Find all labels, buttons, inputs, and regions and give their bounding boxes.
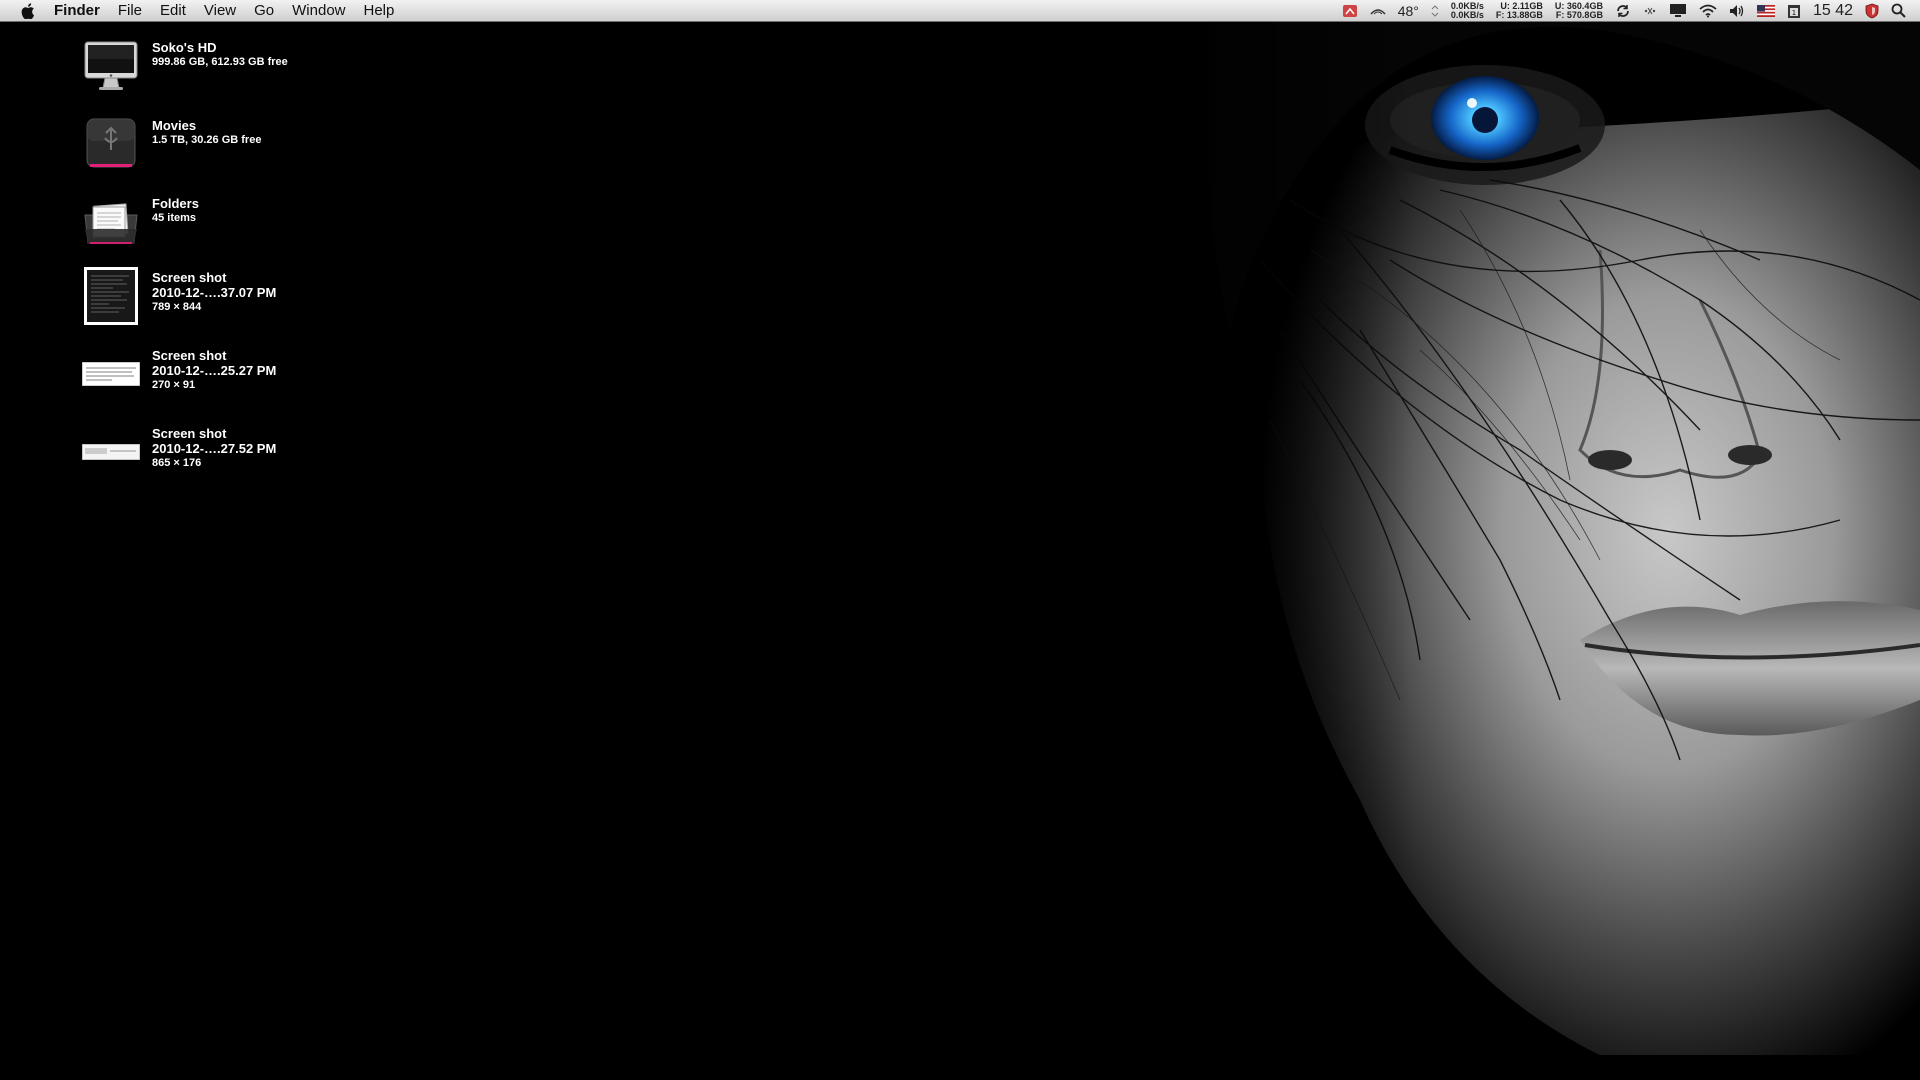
desktop-item-folders[interactable]: Folders 45 items (82, 192, 199, 252)
svg-text:1: 1 (1792, 9, 1796, 17)
desktop-item-movies[interactable]: Movies 1.5 TB, 30.26 GB free (82, 114, 261, 174)
desktop-item-screenshot-2[interactable]: Screen shot 2010-12-….25.27 PM 270 × 91 (82, 344, 276, 404)
desktop-item-info: 45 items (152, 212, 197, 224)
desktop-item-name: Soko's HD (152, 40, 217, 55)
temperature-readout[interactable]: 48° (1398, 3, 1419, 19)
folder-stack-icon (82, 192, 140, 252)
net-down-text: 0.0KB/s (1450, 9, 1484, 20)
bluetooth-icon[interactable] (1643, 4, 1657, 18)
desktop-item-dimensions: 270 × 91 (152, 379, 196, 391)
sync-icon[interactable] (1615, 3, 1631, 19)
menu-edit[interactable]: Edit (151, 0, 195, 21)
menu-file[interactable]: File (109, 0, 151, 21)
desktop-item-sokos-hd[interactable]: Soko's HD 999.86 GB, 612.93 GB free (82, 36, 288, 96)
imac-drive-icon (82, 36, 140, 96)
menu-go[interactable]: Go (245, 0, 283, 21)
desktop-item-screenshot-1[interactable]: Screen shot 2010-12-….37.07 PM 789 × 844 (82, 266, 276, 326)
screenshot-thumbnail-icon (82, 422, 140, 482)
shield-icon[interactable] (1865, 3, 1879, 19)
desktop-item-dimensions: 865 × 176 (152, 457, 202, 469)
chevron-updown-icon (1431, 4, 1439, 18)
desktop-item-name: Screen shot (152, 426, 227, 441)
desktop-item-name: Movies (152, 118, 197, 133)
desktop-item-info: 999.86 GB, 612.93 GB free (152, 56, 288, 68)
disk-free-text: F: 570.8GB (1555, 9, 1603, 20)
mem-free-text: F: 13.88GB (1495, 9, 1543, 20)
menu-app-finder[interactable]: Finder (50, 0, 109, 21)
desktop-item-screenshot-3[interactable]: Screen shot 2010-12-….27.52 PM 865 × 176 (82, 422, 276, 482)
flag-us-icon[interactable] (1756, 4, 1775, 17)
wifi-icon[interactable] (1699, 4, 1717, 18)
spotlight-icon[interactable] (1891, 3, 1906, 18)
menu-bar: Finder File Edit View Go Window Help 48°… (0, 0, 1920, 22)
desktop-item-info: 1.5 TB, 30.26 GB free (152, 134, 262, 146)
status-area: 48° 0.0KB/s 0.0KB/s U: 2.11GB F: 13.88GB… (1336, 0, 1912, 21)
disk-meter[interactable]: U: 360.4GB F: 570.8GB (1555, 1, 1603, 20)
desktop-item-date: 2010-12-….25.27 PM (152, 363, 277, 378)
desktop-item-name: Folders (152, 196, 199, 211)
network-meter[interactable]: 0.0KB/s 0.0KB/s (1450, 1, 1484, 20)
gauge-icon[interactable] (1342, 4, 1358, 18)
screenshot-thumbnail-icon (82, 344, 140, 404)
desktop-item-date: 2010-12-….27.52 PM (152, 441, 277, 456)
desktop-item-date: 2010-12-….37.07 PM (152, 285, 277, 300)
menu-clock[interactable]: 15 42 (1813, 2, 1853, 20)
memory-meter[interactable]: U: 2.11GB F: 13.88GB (1495, 1, 1543, 20)
display-icon[interactable] (1669, 3, 1687, 18)
desktop[interactable]: Finder File Edit View Go Window Help 48°… (0, 0, 1920, 1080)
desktop-item-name: Screen shot (152, 348, 227, 363)
fan-icon[interactable] (1370, 5, 1386, 17)
desktop-item-name: Screen shot (152, 270, 227, 285)
apple-menu-icon[interactable] (18, 1, 38, 21)
firewire-drive-icon (82, 114, 140, 174)
screenshot-thumbnail-icon (82, 266, 140, 326)
menu-window[interactable]: Window (283, 0, 354, 21)
wallpaper-portrait-image (1140, 0, 1920, 1080)
desktop-item-dimensions: 789 × 844 (152, 301, 202, 313)
menu-help[interactable]: Help (355, 0, 404, 21)
menu-view[interactable]: View (195, 0, 245, 21)
volume-icon[interactable] (1729, 4, 1745, 18)
calendar-icon[interactable]: 1 (1787, 3, 1801, 19)
